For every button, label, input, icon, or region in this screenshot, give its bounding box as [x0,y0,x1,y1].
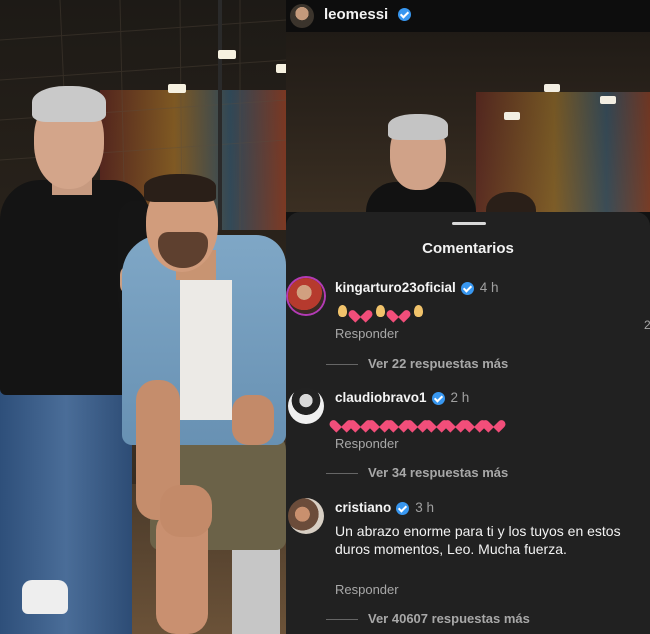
praying-hands-emoji-icon [411,304,426,318]
verified-badge-icon [431,391,445,405]
person-right-hand [160,485,212,537]
commenter-username[interactable]: kingarturo23oficial [335,280,456,295]
reply-button[interactable]: Responder [335,582,399,597]
ceiling-lamp [544,84,560,92]
edge-counter: 2 [644,318,650,332]
profile-avatar[interactable] [290,4,314,28]
view-more-replies[interactable]: Ver 40607 respuestas más [326,611,530,626]
heart-emoji-icon [487,414,502,428]
commenter-username[interactable]: cristiano [335,500,391,515]
post-photo[interactable] [286,32,650,212]
comment-header: kingarturo23oficial 4 h [335,280,499,295]
verified-badge-icon [398,8,411,21]
post-username[interactable]: leomessi [324,6,388,23]
heart-emoji-icon [392,304,407,318]
stool [232,545,280,634]
person-right-tshirt [180,280,232,420]
divider-line [326,619,358,621]
ceiling-lamp [600,96,616,104]
commenter-avatar[interactable] [288,498,324,534]
reply-button[interactable]: Responder [335,436,399,451]
verified-badge-icon [396,501,410,515]
person-right-hand [232,395,274,445]
commenter-username[interactable]: claudiobravo1 [335,390,427,405]
ceiling-lamp [168,84,186,93]
verified-badge-icon [460,281,474,295]
instagram-post-panel: leomessi Comentarios kingarturo23oficial… [286,0,650,634]
comment-emojis [335,302,635,320]
divider-line [326,364,358,366]
comment-emojis [335,412,635,430]
comment-text: Un abrazo enorme para ti y los tuyos en … [335,523,621,557]
comment-header: cristiano 3 h [335,500,434,515]
commenter-avatar[interactable] [288,278,324,314]
commenter-avatar[interactable] [288,388,324,424]
comment-time: 3 h [415,500,435,515]
view-more-replies-label: Ver 34 respuestas más [368,465,509,480]
heart-emoji-icon [354,304,369,318]
comment-time: 4 h [479,280,499,295]
view-more-replies[interactable]: Ver 22 respuestas más [326,356,508,371]
person-left-hair [32,86,106,122]
post-header: leomessi [286,0,650,32]
reply-button[interactable]: Responder [335,326,399,341]
ceiling-lamp [504,112,520,120]
ceiling-lamp [276,64,286,73]
view-more-replies-label: Ver 40607 respuestas más [368,611,530,626]
drag-handle[interactable] [452,222,486,225]
person-right-hair [144,174,216,202]
ceiling-lamp [218,50,236,59]
comments-sheet: Comentarios kingarturo23oficial 4 h Respo… [286,212,650,634]
comment-header: claudiobravo1 2 h [335,390,469,405]
comment-time: 2 h [450,390,470,405]
comments-title: Comentarios [422,240,514,257]
person-hair [388,114,448,140]
left-photo [0,0,286,634]
divider-line [326,473,358,475]
sneaker [22,580,68,614]
view-more-replies[interactable]: Ver 34 respuestas más [326,465,508,480]
view-more-replies-label: Ver 22 respuestas más [368,356,509,371]
